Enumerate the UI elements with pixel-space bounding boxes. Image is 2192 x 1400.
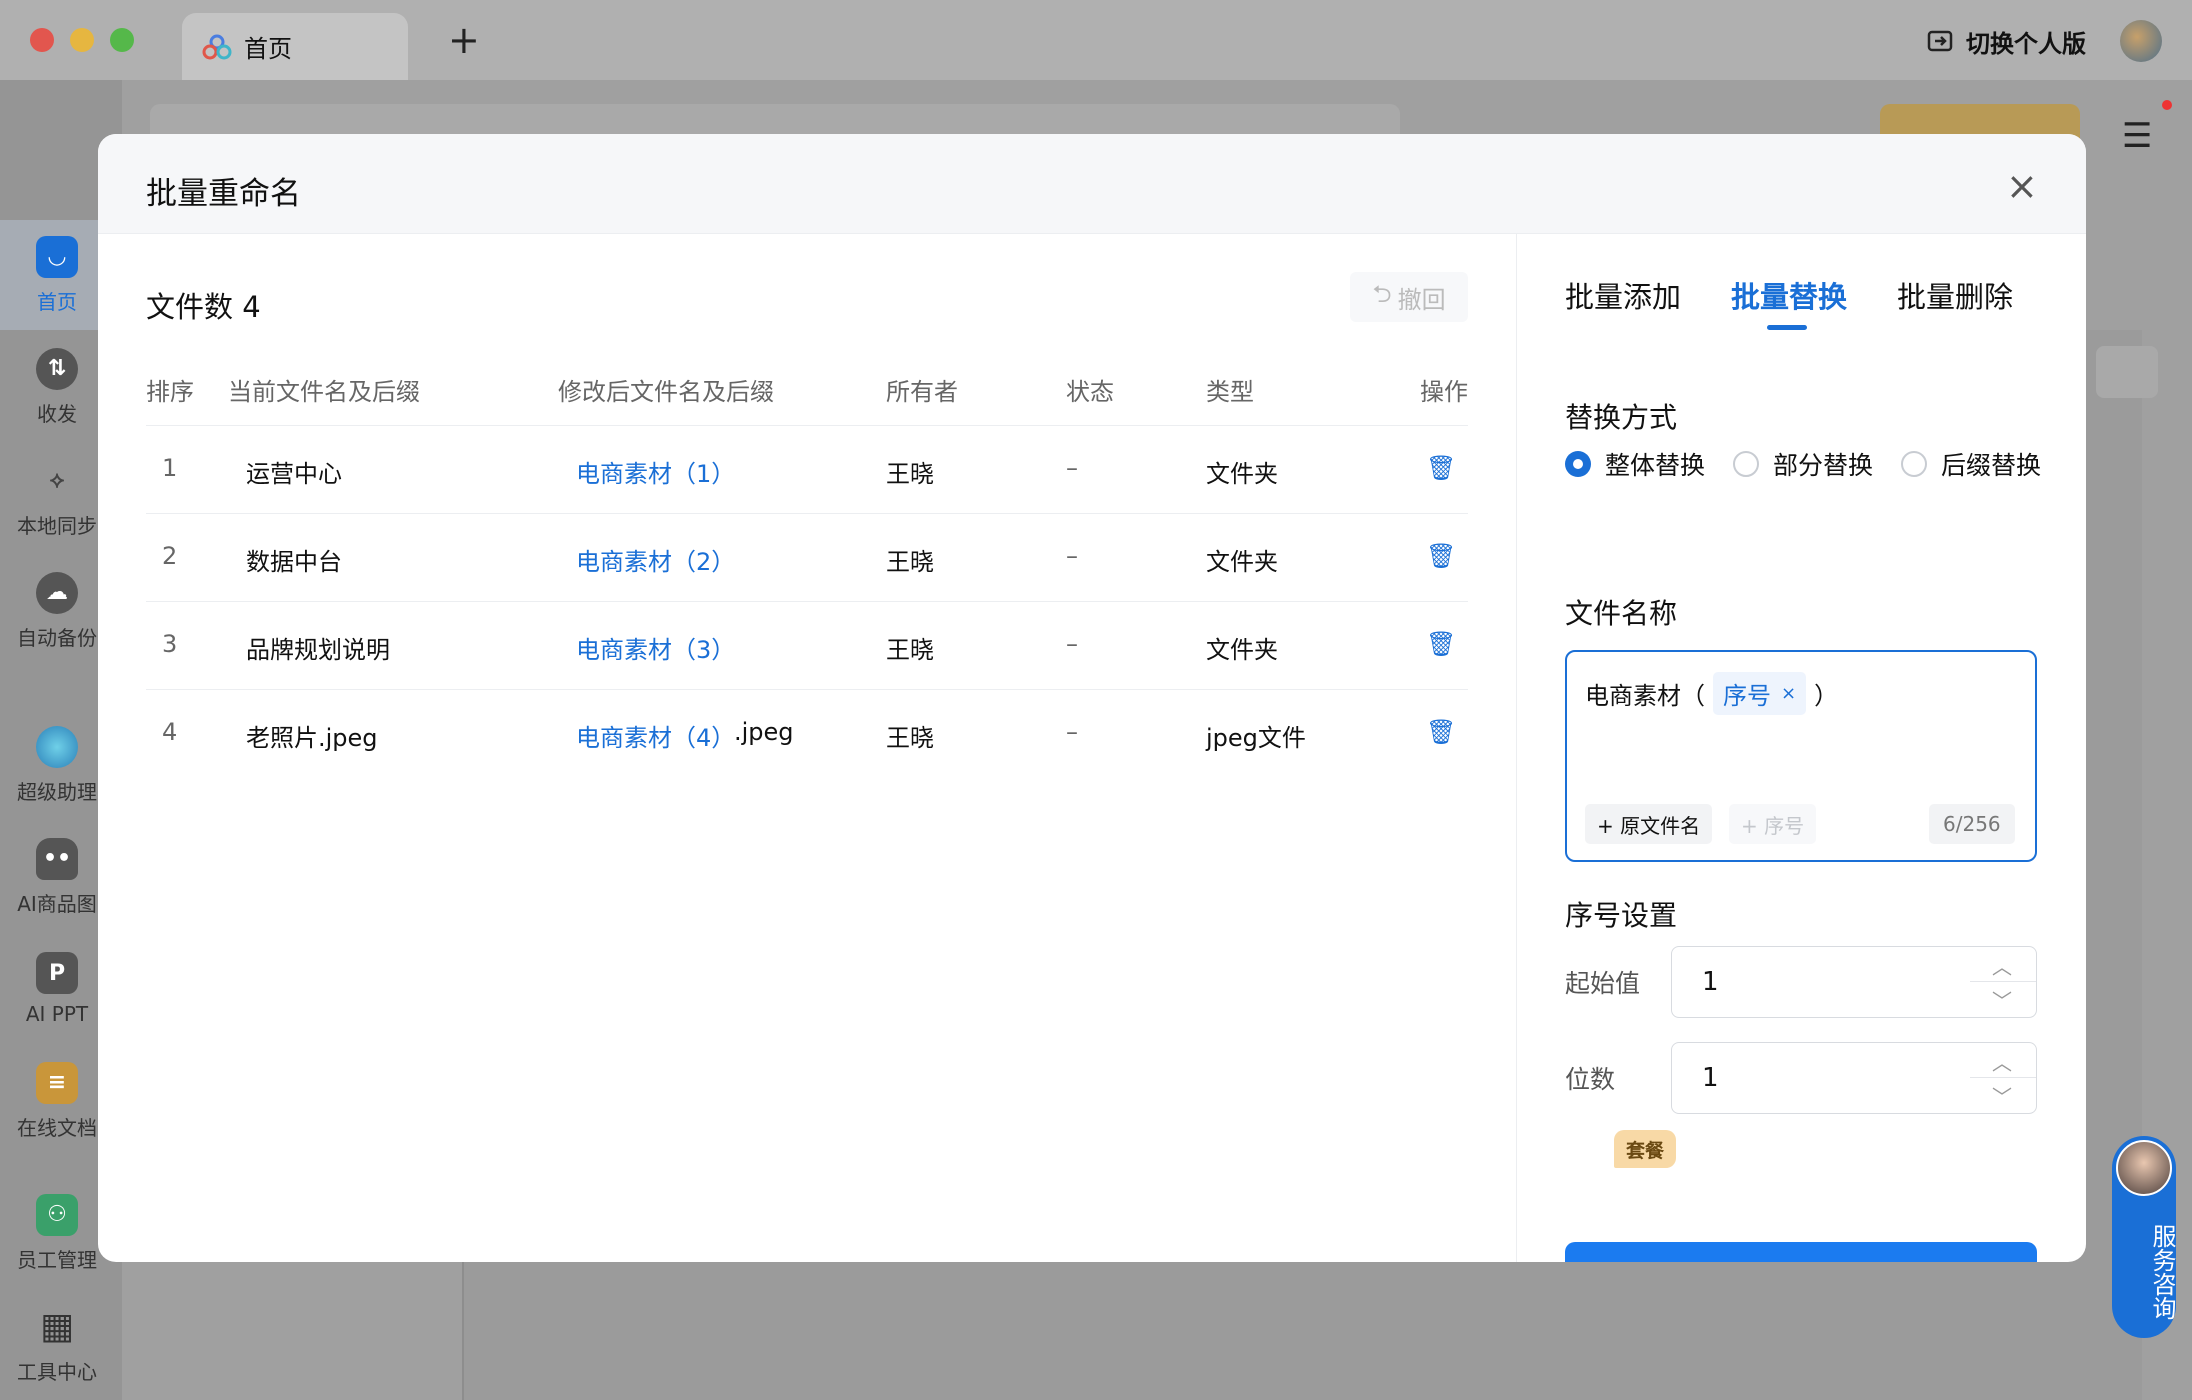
service-label: 服务咨询 [2148, 1224, 2176, 1320]
app-logo-icon [202, 34, 232, 59]
insert-sequence-button[interactable]: + 序号 [1729, 804, 1817, 844]
assistant-icon [36, 725, 78, 768]
tab-title: 首页 [244, 35, 292, 63]
sidebar-item-docs[interactable]: ≡ 在线文档 [0, 1046, 114, 1156]
radio-partial-replace[interactable]: 部分替换 [1733, 446, 1873, 482]
package-badge: 套餐 [1614, 1130, 1677, 1168]
dialog-header: 批量重命名 × [98, 134, 2086, 234]
sidebar-item-transfer[interactable]: ⇅ 收发 [0, 332, 114, 442]
remove-chip-icon[interactable]: × [1781, 683, 1796, 704]
rename-tabs: 批量添加 批量替换 批量删除 [1565, 274, 2013, 330]
confirm-button[interactable]: 确认 [1565, 1242, 2037, 1262]
digits-stepper[interactable]: 1 ︿ ﹀ [1671, 1042, 2037, 1114]
header-action: 操作 [1420, 378, 1468, 406]
switch-personal-button[interactable]: 切换个人版 [1926, 24, 2086, 59]
replace-mode-group: 整体替换 部分替换 后缀替换 [1565, 446, 2041, 482]
table-row: 2 数据中台 电商素材（2） 王晓 – 文件夹 🗑 [146, 514, 1468, 602]
filename-content: 电商素材（ 序号 × ） [1585, 672, 1838, 715]
filename-title: 文件名称 [1565, 597, 1678, 630]
rename-settings-panel: 批量添加 批量替换 批量删除 替换方式 整体替换 部分替换 后缀替换 文件名称 … [1516, 234, 2086, 1262]
header-new: 修改后文件名及后缀 [558, 378, 774, 406]
trash-icon[interactable]: 🗑 [1426, 454, 1456, 482]
user-avatar[interactable] [2120, 20, 2162, 62]
close-window-button[interactable] [30, 28, 54, 52]
table-row: 4 老照片.jpeg 电商素材（4） .jpeg 王晓 – jpeg文件 🗑 [162, 718, 1457, 752]
chevron-down-icon[interactable]: ﹀ [1992, 985, 2012, 1014]
dialog-title: 批量重命名 [146, 176, 301, 212]
transfer-icon: ⇅ [36, 347, 78, 390]
chevron-down-icon[interactable]: ﹀ [1992, 1081, 2012, 1110]
tools-icon: ▦ [39, 1306, 74, 1347]
close-icon[interactable]: × [2006, 164, 2038, 208]
sidebar-item-home[interactable]: ◡ 首页 [0, 220, 114, 330]
ai-product-icon: •• [36, 837, 78, 880]
sidebar-item-sync[interactable]: ⟡ 本地同步 [0, 444, 114, 554]
table-row: 3 品牌规划说明 电商素材（3） 王晓 – 文件夹 🗑 [146, 602, 1468, 690]
chevron-up-icon[interactable]: ︿ [1992, 951, 2012, 980]
header-current: 当前文件名及后缀 [228, 378, 420, 406]
header-status: 状态 [1066, 378, 1114, 406]
trash-icon[interactable]: 🗑 [1426, 542, 1456, 570]
menu-icon[interactable]: ☰ [2122, 116, 2152, 156]
undo-icon: ⮌ [1372, 279, 1392, 308]
sequence-settings-title: 序号设置 [1565, 899, 1678, 932]
tab-batch-add[interactable]: 批量添加 [1565, 274, 1681, 316]
docs-icon: ≡ [36, 1061, 78, 1104]
tab-batch-replace[interactable]: 批量替换 [1731, 274, 1847, 330]
char-count: 6/256 [1929, 804, 2015, 844]
filename-input[interactable]: 电商素材（ 序号 × ） + 原文件名 + 序号 6/256 [1565, 650, 2037, 862]
tab-home[interactable]: 首页 [182, 13, 408, 80]
title-bar: 首页 + 切换个人版 [0, 0, 2192, 80]
switch-icon [1927, 30, 1953, 51]
maximize-window-button[interactable] [110, 28, 134, 52]
replace-mode-title: 替换方式 [1565, 401, 1678, 434]
header-index: 排序 [146, 378, 194, 406]
sidebar-item-staff[interactable]: ⚇ 员工管理 [0, 1178, 114, 1288]
table-row: 1 运营中心 电商素材（1） 王晓 – 文件夹 🗑 [146, 426, 1468, 514]
sidebar-item-tools[interactable]: ▦ 工具中心 [0, 1290, 114, 1400]
sequence-chip[interactable]: 序号 × [1713, 672, 1807, 715]
tab-batch-delete[interactable]: 批量删除 [1897, 274, 2013, 316]
ppt-icon: P [36, 952, 78, 994]
service-avatar [2116, 1140, 2172, 1196]
sidebar-item-ppt[interactable]: P AI PPT [0, 934, 114, 1044]
digits-label: 位数 [1565, 1065, 1616, 1094]
staff-icon: ⚇ [36, 1193, 78, 1236]
batch-rename-dialog: 批量重命名 × 文件数 4 ⮌ 撤回 排序 当前文件名及后缀 修改后文件名及后缀… [98, 134, 2086, 1262]
sidebar-item-backup[interactable]: ☁ 自动备份 [0, 556, 114, 666]
table-header: 排序 当前文件名及后缀 修改后文件名及后缀 所有者 状态 类型 操作 [146, 364, 1468, 426]
header-owner: 所有者 [886, 378, 958, 406]
refresh-icon[interactable] [2096, 346, 2158, 398]
sync-icon: ⟡ [49, 468, 65, 493]
sidebar-item-ai-product[interactable]: •• AI商品图 [0, 822, 114, 932]
file-count: 文件数 4 [146, 290, 261, 324]
backup-icon: ☁ [36, 571, 78, 614]
radio-suffix-replace[interactable]: 后缀替换 [1901, 446, 2041, 482]
notification-dot [2162, 100, 2172, 110]
switch-label: 切换个人版 [1966, 30, 2086, 58]
radio-whole-replace[interactable]: 整体替换 [1565, 446, 1705, 482]
trash-icon[interactable]: 🗑 [1426, 630, 1456, 658]
header-type: 类型 [1206, 378, 1254, 406]
chevron-up-icon[interactable]: ︿ [1992, 1047, 2012, 1076]
new-tab-button[interactable]: + [448, 18, 480, 62]
start-value-label: 起始值 [1565, 969, 1641, 998]
insert-original-name-button[interactable]: + 原文件名 [1585, 804, 1713, 844]
undo-button[interactable]: ⮌ 撤回 [1350, 272, 1468, 322]
start-value-stepper[interactable]: 1 ︿ ﹀ [1671, 946, 2037, 1018]
file-list-panel: 文件数 4 ⮌ 撤回 排序 当前文件名及后缀 修改后文件名及后缀 所有者 状态 … [98, 234, 1516, 1262]
minimize-window-button[interactable] [70, 28, 94, 52]
trash-icon[interactable]: 🗑 [1426, 718, 1456, 746]
sidebar-item-assistant[interactable]: 超级助理 [0, 710, 114, 820]
home-icon: ◡ [36, 235, 78, 278]
service-consult-button[interactable]: 服务咨询 [2112, 1136, 2176, 1338]
